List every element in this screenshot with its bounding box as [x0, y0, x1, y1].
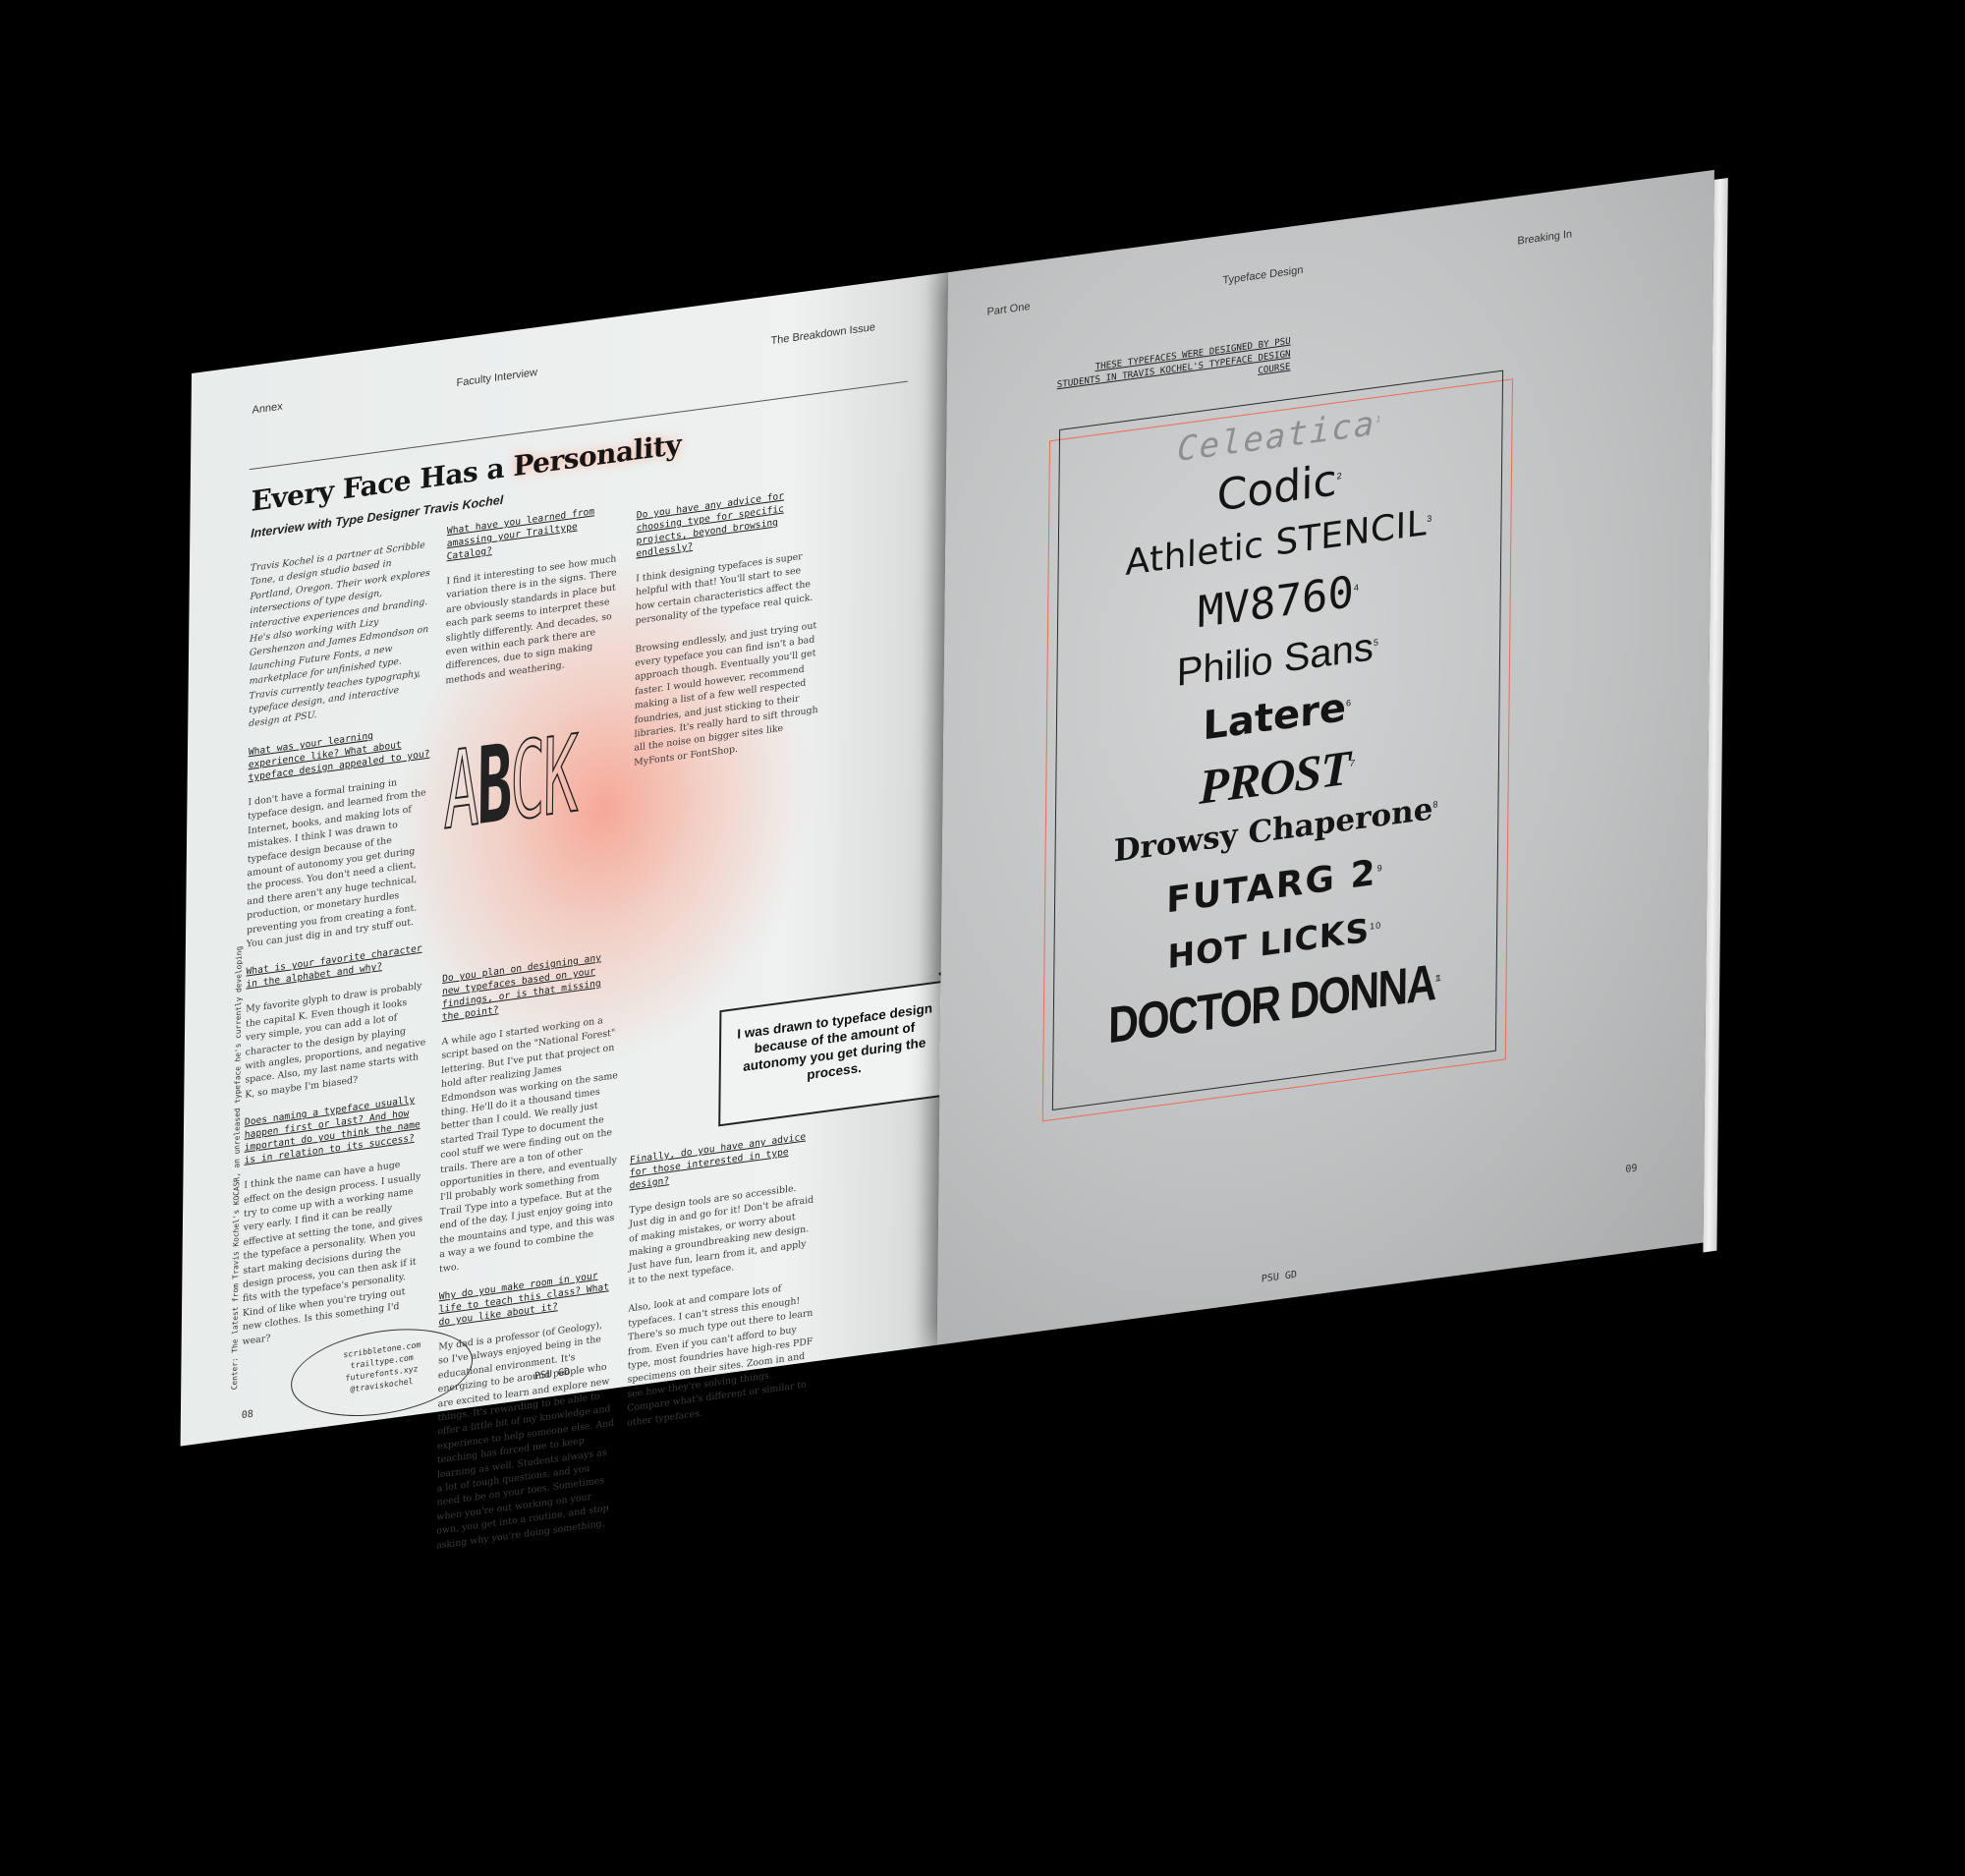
left-page: Annex Faculty Interview The Breakdown Is…: [180, 272, 970, 1551]
abck-letterforms: ABCK: [443, 712, 578, 855]
intro-paragraph: Travis Kochel is a partner at Scribble T…: [249, 540, 430, 730]
question-7: Do you have any advice for choosing type…: [636, 490, 785, 560]
letter-k: K: [541, 712, 578, 841]
right-page-number: 09: [1625, 1163, 1638, 1176]
specimen-caption: THESE TYPEFACES WERE DESIGNED BY PSU STU…: [1056, 335, 1291, 391]
answer-7b: Browsing endlessly, and just trying out …: [634, 619, 818, 768]
letter-a: A: [443, 725, 478, 854]
title-highlight: Personality: [513, 427, 682, 483]
column-2: What have you learned from amassing your…: [445, 497, 624, 703]
running-head-section-right: Breaking In: [1517, 228, 1573, 248]
magazine-spread: Annex Faculty Interview The Breakdown Is…: [180, 158, 1803, 1551]
answer-2: My favorite glyph to draw is probably th…: [245, 981, 426, 1101]
letter-c: C: [509, 716, 544, 845]
answer-4: I find it interesting to see how much va…: [445, 553, 617, 687]
running-head-issue: The Breakdown Issue: [770, 321, 875, 348]
running-head-category-right: Typeface Design: [1222, 263, 1304, 287]
answer-1: I don't have a formal training in typefa…: [246, 776, 426, 950]
answer-7: I think designing typefaces is super hel…: [635, 550, 814, 627]
pull-quote: I was drawn to typeface design because o…: [718, 979, 951, 1127]
vertical-caption: Center: The latest from Travis Kochel's …: [230, 945, 244, 1391]
right-footer: PSU GD: [1261, 1269, 1297, 1285]
right-page: Part One Typeface Design Breaking In THE…: [936, 169, 1714, 1345]
answer-5: A while ago I started working on a scrip…: [439, 1015, 618, 1275]
answer-3: I think the name can have a huge effect …: [242, 1159, 423, 1347]
answer-8: Type design tools are so accessible. Jus…: [628, 1182, 814, 1287]
column-3-lower: Finally, do you have any advice for thos…: [627, 1125, 816, 1445]
column-3: Do you have any advice for choosing type…: [634, 471, 823, 784]
running-head-section: Annex: [252, 400, 283, 417]
left-page-number: 08: [241, 1408, 253, 1422]
question-3: Does naming a typeface usually happen fi…: [244, 1094, 421, 1167]
running-head-part: Part One: [986, 300, 1031, 318]
answer-8b: Also, look at and compare lots of typefa…: [627, 1283, 814, 1429]
letter-b: B: [477, 721, 511, 850]
photo-stage: Annex Faculty Interview The Breakdown Is…: [0, 0, 1965, 1876]
running-head-category: Faculty Interview: [456, 366, 538, 389]
typeface-specimen-list: Celeatica1 Codic2 Athletic STENCIL3 MV87…: [1052, 390, 1500, 1059]
column-1: Travis Kochel is a partner at Scribble T…: [242, 538, 432, 1363]
column-2-lower: Do you plan on designing any new typefac…: [436, 945, 619, 1567]
